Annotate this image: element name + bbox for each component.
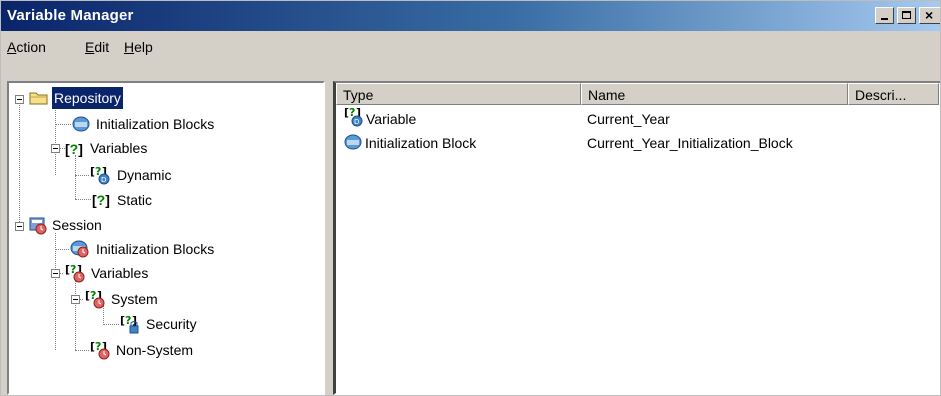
menu-action[interactable]: Action — [7, 39, 46, 55]
column-header-name[interactable]: Name — [581, 83, 848, 105]
minimize-button[interactable] — [875, 7, 894, 24]
repo-variables-collapse-toggle[interactable] — [51, 144, 60, 153]
list-panel[interactable]: Type Name Descri... [ ? ] D Variable Cur… — [333, 81, 940, 395]
session-database-icon — [70, 240, 89, 258]
system-collapse-toggle[interactable] — [71, 295, 80, 304]
variable-bracket-icon: [?] — [92, 192, 110, 208]
dynamic-variable-icon: [ ? ] D — [344, 106, 363, 127]
minimize-icon — [881, 18, 888, 20]
column-header-description[interactable]: Descri... — [848, 83, 939, 105]
variable-bracket-icon: [?] — [65, 141, 83, 157]
database-icon — [344, 134, 362, 150]
maximize-button[interactable] — [897, 7, 916, 24]
close-icon: × — [925, 7, 934, 23]
session-icon — [29, 217, 47, 235]
repository-collapse-toggle[interactable] — [15, 95, 24, 104]
title-bar[interactable]: Variable Manager × — [1, 1, 940, 31]
svg-text:?: ? — [125, 314, 131, 327]
menu-help[interactable]: Help — [124, 39, 153, 55]
session-variable-icon: [ ? ] — [65, 263, 85, 283]
svg-text:D: D — [101, 176, 106, 184]
splitter[interactable] — [325, 81, 333, 395]
tree-panel[interactable]: Repository Initialization Blocks [?] Var… — [7, 81, 325, 395]
cell-name: Current_Year — [587, 111, 670, 127]
folder-icon — [29, 92, 48, 105]
list-row[interactable]: Initialization Block Current_Year_Initia… — [336, 130, 939, 154]
security-variable-icon: [ ? ] — [120, 314, 139, 334]
window-title: Variable Manager — [7, 7, 134, 24]
close-button[interactable]: × — [919, 7, 940, 24]
maximize-icon — [902, 11, 911, 19]
cell-type: Initialization Block — [365, 135, 477, 151]
svg-text:D: D — [354, 118, 359, 126]
svg-text:]: ] — [132, 314, 137, 327]
variable-manager-window: Variable Manager × Action Edit Help Repo… — [0, 0, 941, 396]
system-variable-icon: [ ? ] — [85, 289, 105, 309]
session-variables-collapse-toggle[interactable] — [51, 269, 60, 278]
cell-type: Variable — [366, 111, 417, 127]
non-system-variable-icon: [ ? ] — [90, 340, 110, 360]
list-row[interactable]: [ ? ] D Variable Current_Year — [336, 106, 939, 130]
menu-edit[interactable]: Edit — [85, 39, 109, 55]
dynamic-variable-icon: [ ? ] D — [90, 165, 110, 185]
column-header-type[interactable]: Type — [336, 83, 581, 105]
database-icon — [72, 116, 90, 132]
session-collapse-toggle[interactable] — [15, 222, 24, 231]
cell-name: Current_Year_Initialization_Block — [587, 135, 793, 151]
